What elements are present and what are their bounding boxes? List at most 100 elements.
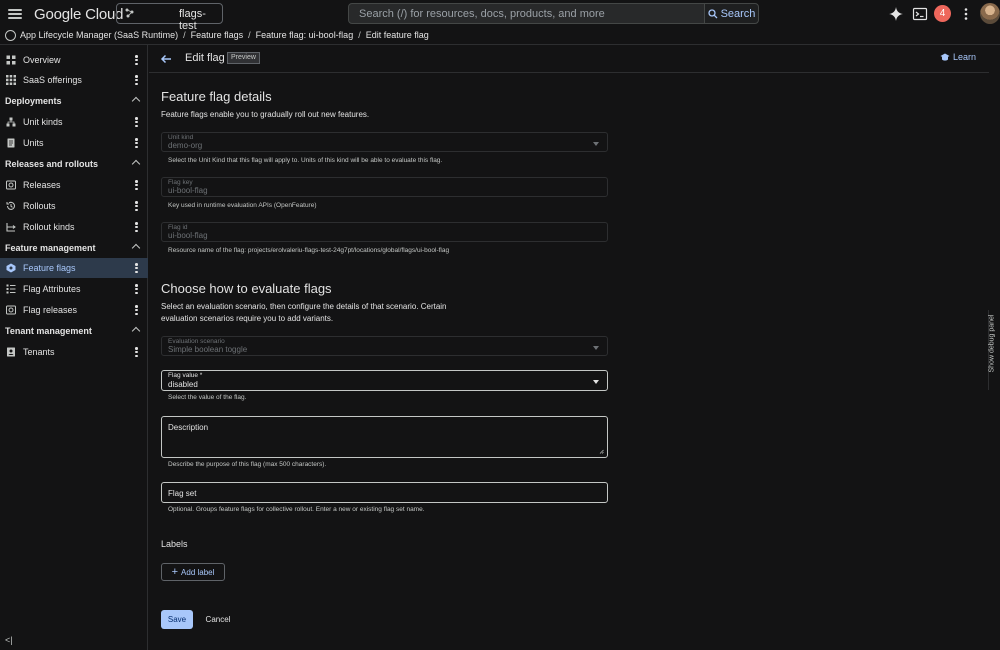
flag-release-icon	[6, 305, 16, 315]
avatar[interactable]	[980, 3, 1000, 24]
sidebar-item-feature-flags[interactable]: Feature flags	[0, 258, 148, 278]
sidebar-item-tenants[interactable]: Tenants	[0, 342, 148, 362]
search-button[interactable]: Search	[704, 3, 759, 24]
sidebar-item-label: Flag Attributes	[23, 284, 81, 294]
notifications-badge[interactable]: 4	[934, 5, 951, 22]
back-arrow-icon[interactable]	[159, 52, 173, 66]
sidebar-item-rollout-kinds[interactable]: Rollout kinds	[0, 217, 148, 237]
more-icon[interactable]	[135, 75, 138, 85]
flag-value-select[interactable]: Flag value * disabled	[161, 370, 608, 391]
history-icon	[6, 201, 16, 210]
flag-key-label: Flag key	[168, 179, 193, 186]
sidebar-item-label: SaaS offerings	[23, 75, 82, 85]
sidebar-item-rollouts[interactable]: Rollouts	[0, 196, 148, 216]
flag-key-help: Key used in runtime evaluation APIs (Ope…	[168, 202, 317, 209]
breadcrumb-separator: /	[248, 30, 251, 40]
labels-heading: Labels	[161, 539, 188, 549]
flag-set-input[interactable]: Flag set	[161, 482, 608, 503]
flag-id-help: Resource name of the flag: projects/erol…	[168, 247, 450, 254]
section-label: Feature management	[5, 243, 96, 253]
sidebar-item-flag-attributes[interactable]: Flag Attributes	[0, 279, 148, 299]
more-icon[interactable]	[135, 305, 138, 315]
evaluation-scenario-label: Evaluation scenario	[168, 338, 225, 345]
more-icon[interactable]	[135, 55, 138, 65]
learn-button[interactable]: Learn	[940, 52, 976, 62]
search-input[interactable]	[349, 4, 704, 23]
more-icon[interactable]	[135, 222, 138, 232]
description-field-label: Description	[168, 423, 209, 432]
sidebar-section-deployments[interactable]: Deployments	[0, 92, 148, 110]
search-button-label: Search	[720, 7, 756, 20]
more-icon[interactable]	[135, 138, 138, 148]
project-icon	[125, 8, 134, 18]
add-label-button[interactable]: + Add label	[161, 563, 225, 581]
top-bar: Google Cloud flags-test Search 4	[0, 0, 1000, 32]
description-textarea[interactable]: Description	[161, 416, 608, 458]
preview-badge: Preview	[227, 52, 260, 64]
release-icon	[6, 180, 16, 190]
description-field-help: Describe the purpose of this flag (max 5…	[168, 461, 327, 468]
page-header: Edit flag Preview Learn	[149, 45, 989, 73]
sidebar-item-unit-kinds[interactable]: Unit kinds	[0, 112, 148, 132]
dashboard-icon	[6, 55, 16, 65]
breadcrumb-item[interactable]: Feature flag: ui-bool-flag	[256, 30, 354, 40]
breadcrumb: App Lifecycle Manager (SaaS Runtime) / Fe…	[20, 30, 429, 40]
sidebar-section-releases-rollouts[interactable]: Releases and rollouts	[0, 155, 148, 173]
feature-flag-icon	[6, 263, 16, 273]
sidebar-item-units[interactable]: Units	[0, 133, 148, 153]
chevron-up-icon	[131, 159, 141, 169]
hierarchy-icon	[6, 117, 16, 127]
resize-handle-icon[interactable]	[599, 449, 604, 454]
sidebar-item-label: Overview	[23, 55, 61, 65]
more-icon[interactable]	[135, 263, 138, 273]
evaluation-scenario-select: Evaluation scenario Simple boolean toggl…	[161, 336, 608, 356]
cancel-button[interactable]: Cancel	[202, 610, 234, 629]
project-picker[interactable]: flags-test	[116, 3, 223, 32]
sidebar-item-saas-offerings[interactable]: SaaS offerings	[0, 70, 148, 90]
collapse-nav-icon[interactable]: <|	[5, 635, 15, 645]
flag-value-help: Select the value of the flag.	[168, 394, 247, 401]
sidebar-item-releases[interactable]: Releases	[0, 175, 148, 195]
add-label-text: Add label	[181, 567, 215, 577]
breadcrumb-item[interactable]: Feature flags	[191, 30, 244, 40]
chevron-up-icon	[131, 96, 141, 106]
evaluate-description-line2: evaluation scenarios require you to add …	[161, 314, 334, 323]
sidebar-item-label: Unit kinds	[23, 117, 63, 127]
show-debug-panel-tab[interactable]: Show debug panel	[988, 310, 1000, 390]
grid-icon	[6, 75, 16, 85]
page-title: Edit flag	[185, 52, 225, 64]
flag-id-label: Flag id	[168, 224, 188, 231]
more-icon[interactable]	[135, 201, 138, 211]
flag-value-label: Flag value *	[168, 372, 203, 379]
breadcrumb-item[interactable]: App Lifecycle Manager (SaaS Runtime)	[20, 30, 178, 40]
flag-key-field: Flag key ui-bool-flag	[161, 177, 608, 197]
main-menu-icon[interactable]	[8, 7, 22, 21]
save-button[interactable]: Save	[161, 610, 193, 629]
sidebar-item-label: Rollouts	[23, 201, 56, 211]
more-options-icon[interactable]	[958, 6, 974, 22]
sidebar-section-tenant-management[interactable]: Tenant management	[0, 322, 148, 340]
more-icon[interactable]	[135, 284, 138, 294]
more-icon[interactable]	[135, 117, 138, 127]
main-content: Edit flag Preview Learn Feature flag det…	[149, 45, 1000, 650]
feature-flag-details-description: Feature flags enable you to gradually ro…	[161, 110, 370, 119]
more-icon[interactable]	[135, 180, 138, 190]
search-box[interactable]	[348, 3, 705, 24]
gemini-sparkle-icon[interactable]	[888, 6, 904, 22]
list-icon	[6, 284, 16, 294]
section-label: Tenant management	[5, 326, 92, 336]
google-cloud-logo[interactable]: Google Cloud	[34, 6, 124, 23]
school-icon	[940, 53, 950, 61]
tenant-icon	[7, 347, 15, 357]
sidebar-item-label: Feature flags	[23, 263, 76, 273]
sidebar-item-overview[interactable]: Overview	[0, 50, 148, 70]
cloud-shell-icon[interactable]	[912, 6, 928, 22]
learn-label: Learn	[953, 52, 977, 62]
more-icon[interactable]	[135, 347, 138, 357]
feature-flag-details-heading: Feature flag details	[161, 89, 272, 104]
search-icon	[707, 8, 718, 18]
evaluation-scenario-value: Simple boolean toggle	[168, 345, 248, 354]
sidebar-item-flag-releases[interactable]: Flag releases	[0, 300, 148, 320]
sidebar-section-feature-management[interactable]: Feature management	[0, 239, 148, 257]
evaluate-flags-heading: Choose how to evaluate flags	[161, 281, 332, 296]
